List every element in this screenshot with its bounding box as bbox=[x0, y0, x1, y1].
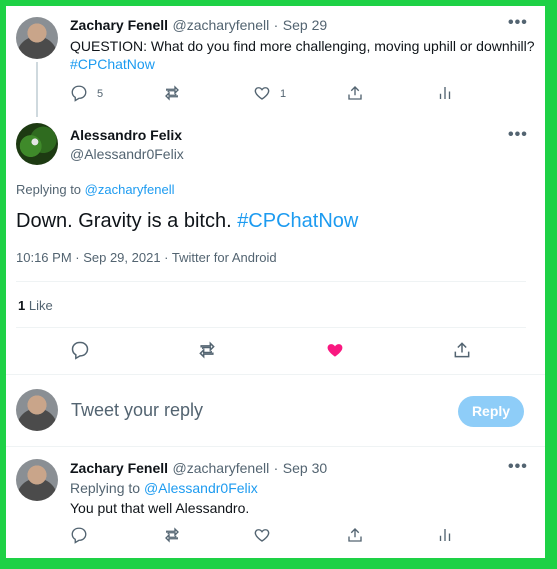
tweet-meta: 10:16 PM · Sep 29, 2021 · Twitter for An… bbox=[16, 250, 277, 265]
tweet-text: Down. Gravity is a bitch. #CPChatNow bbox=[16, 210, 358, 233]
avatar[interactable] bbox=[16, 123, 58, 165]
avatar bbox=[16, 389, 58, 431]
likes-summary[interactable]: 1 Like bbox=[18, 298, 53, 313]
share-icon[interactable] bbox=[346, 84, 364, 102]
divider bbox=[6, 374, 545, 375]
likes-label: Like bbox=[28, 298, 53, 313]
more-icon[interactable]: ••• bbox=[508, 14, 528, 32]
retweet-icon[interactable] bbox=[197, 340, 217, 360]
author-handle[interactable]: @zacharyfenell bbox=[173, 460, 270, 476]
mention-link[interactable]: @Alessandr0Felix bbox=[144, 480, 258, 496]
divider bbox=[6, 446, 545, 447]
share-icon[interactable] bbox=[452, 340, 472, 360]
divider bbox=[16, 281, 526, 282]
reply-icon[interactable] bbox=[70, 84, 88, 102]
thread-line bbox=[36, 62, 38, 117]
avatar[interactable] bbox=[16, 459, 58, 501]
separator: · bbox=[273, 460, 279, 476]
mention-link[interactable]: @zacharyfenell bbox=[85, 182, 175, 197]
reply-input[interactable]: Tweet your reply bbox=[71, 400, 203, 421]
author-handle[interactable]: @zacharyfenell bbox=[173, 17, 270, 33]
tweet-body: Down. Gravity is a bitch. bbox=[16, 210, 232, 232]
divider bbox=[16, 327, 526, 328]
author-handle[interactable]: @Alessandr0Felix bbox=[70, 146, 184, 162]
tweet-date[interactable]: Sep 29 bbox=[283, 17, 327, 33]
replying-to: Replying to @Alessandr0Felix bbox=[70, 480, 258, 496]
tweet-header: Zachary Fenell @zacharyfenell · Sep 30 bbox=[70, 460, 327, 478]
replying-prefix: Replying to bbox=[70, 480, 141, 496]
replying-to: Replying to @zacharyfenell bbox=[16, 182, 174, 197]
more-icon[interactable]: ••• bbox=[508, 458, 528, 476]
heart-icon[interactable] bbox=[253, 84, 271, 102]
more-icon[interactable]: ••• bbox=[508, 126, 528, 144]
heart-filled-icon[interactable] bbox=[325, 340, 345, 360]
tweet-header: Zachary Fenell @zacharyfenell · Sep 29 bbox=[70, 17, 327, 35]
author-name[interactable]: Alessandro Felix bbox=[70, 127, 182, 143]
analytics-icon[interactable] bbox=[436, 84, 454, 102]
reply-count: 5 bbox=[97, 88, 104, 100]
heart-icon[interactable] bbox=[253, 526, 271, 544]
avatar[interactable] bbox=[16, 17, 58, 59]
tweet-thread-panel: Zachary Fenell @zacharyfenell · Sep 29 •… bbox=[6, 6, 545, 558]
reply-icon[interactable] bbox=[70, 526, 88, 544]
like-count: 1 bbox=[280, 88, 287, 100]
retweet-icon[interactable] bbox=[163, 526, 181, 544]
tweet-text: QUESTION: What do you find more challeng… bbox=[70, 38, 535, 54]
author-name[interactable]: Zachary Fenell bbox=[70, 17, 168, 33]
reply-button[interactable]: Reply bbox=[458, 396, 524, 427]
analytics-icon[interactable] bbox=[436, 526, 454, 544]
author-name[interactable]: Zachary Fenell bbox=[70, 460, 168, 476]
hashtag-link[interactable]: #CPChatNow bbox=[237, 210, 358, 232]
share-icon[interactable] bbox=[346, 526, 364, 544]
tweet-text: You put that well Alessandro. bbox=[70, 500, 250, 516]
reply-icon[interactable] bbox=[70, 340, 90, 360]
likes-count: 1 bbox=[18, 298, 26, 313]
retweet-icon[interactable] bbox=[163, 84, 181, 102]
hashtag-link[interactable]: #CPChatNow bbox=[70, 56, 155, 72]
replying-prefix: Replying to bbox=[16, 182, 82, 197]
separator: · bbox=[273, 17, 279, 33]
tweet-date[interactable]: Sep 30 bbox=[283, 460, 327, 476]
